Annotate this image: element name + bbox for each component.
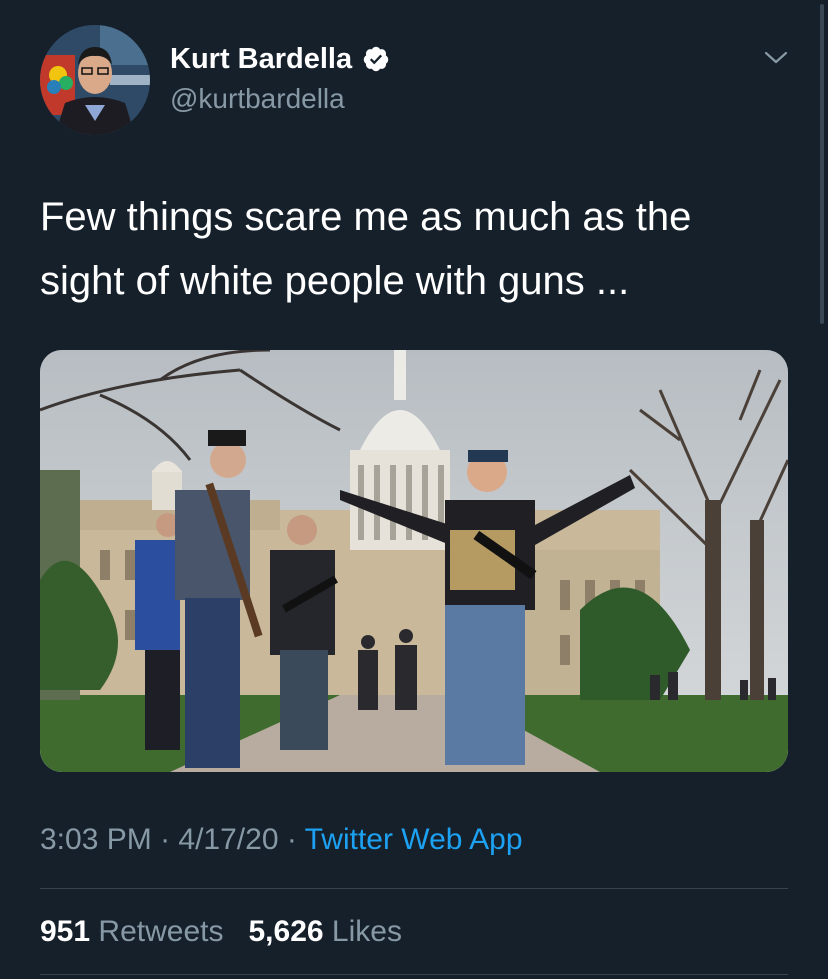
likes-label: Likes — [331, 915, 402, 948]
likes-stat[interactable]: 5,626 Likes — [248, 915, 401, 948]
divider — [40, 974, 788, 975]
meta-separator: · — [151, 823, 179, 856]
photo-image — [40, 350, 788, 772]
author-block[interactable]: Kurt Bardella @kurtbardella — [170, 42, 390, 116]
tweet-photo[interactable] — [40, 350, 788, 772]
retweets-count: 951 — [40, 915, 91, 948]
verified-badge-icon — [363, 46, 389, 72]
chevron-down-icon[interactable] — [762, 48, 790, 68]
tweet-stats: 951 Retweets 5,626 Likes — [40, 912, 402, 952]
meta-separator: · — [278, 823, 305, 856]
author-name-row[interactable]: Kurt Bardella — [170, 42, 390, 76]
tweet-time[interactable]: 3:03 PM — [40, 823, 152, 856]
tweet-text-line-2: sight of white people with guns ... — [40, 259, 630, 303]
scrollbar[interactable] — [820, 4, 824, 324]
tweet-text: Few things scare me as much as the sight… — [40, 185, 800, 313]
likes-count: 5,626 — [248, 915, 324, 948]
author-display-name[interactable]: Kurt Bardella — [170, 42, 352, 76]
tweet-text-line-1: Few things scare me as much as the — [40, 195, 692, 239]
divider — [40, 888, 788, 889]
retweets-label: Retweets — [98, 915, 224, 948]
avatar[interactable] — [40, 25, 150, 135]
retweets-stat[interactable]: 951 Retweets — [40, 915, 223, 948]
tweet-meta: 3:03 PM · 4/17/20 · Twitter Web App — [40, 820, 523, 860]
tweet-source-link[interactable]: Twitter Web App — [305, 823, 523, 856]
avatar-image — [40, 25, 150, 135]
author-handle[interactable]: @kurtbardella — [170, 82, 390, 116]
tweet-detail: Kurt Bardella @kurtbardella Few things s… — [0, 0, 828, 979]
tweet-date[interactable]: 4/17/20 — [178, 823, 278, 856]
